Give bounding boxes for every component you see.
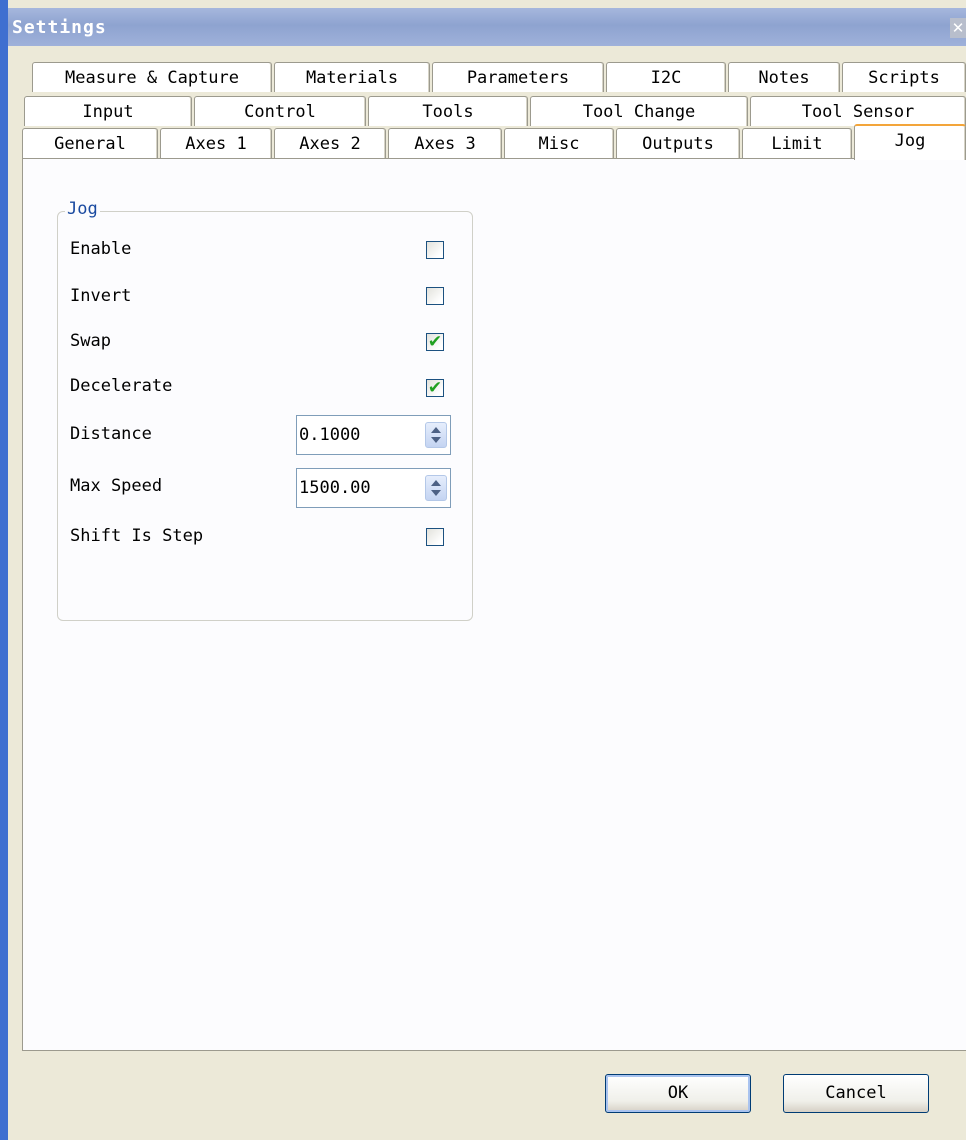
shift-is-step-label: Shift Is Step <box>70 526 204 546</box>
swap-checkbox[interactable]: ✔ <box>426 333 444 351</box>
spin-arrows-icon[interactable] <box>425 422 447 448</box>
invert-checkbox[interactable] <box>426 287 444 305</box>
title-bar[interactable]: Settings ✕ <box>8 8 966 46</box>
max-speed-input[interactable] <box>299 477 409 499</box>
jog-tab-panel: Jog Enable Invert Swap ✔ Decelerate ✔ Di… <box>22 158 966 1051</box>
tab-general[interactable]: General <box>22 128 158 158</box>
tab-i2c[interactable]: I2C <box>606 62 726 92</box>
checkmark-icon: ✔ <box>427 378 443 398</box>
tab-materials[interactable]: Materials <box>274 62 430 92</box>
enable-label: Enable <box>70 239 132 259</box>
invert-label: Invert <box>70 286 132 306</box>
decelerate-label: Decelerate <box>70 376 173 396</box>
close-icon[interactable]: ✕ <box>950 18 966 38</box>
decelerate-checkbox[interactable]: ✔ <box>426 379 444 397</box>
cancel-button[interactable]: Cancel <box>783 1074 929 1113</box>
spin-arrows-icon[interactable] <box>425 475 447 501</box>
tab-misc[interactable]: Misc <box>504 128 614 158</box>
ok-button[interactable]: OK <box>605 1074 751 1113</box>
tab-limit[interactable]: Limit <box>742 128 852 158</box>
tab-control[interactable]: Control <box>194 96 366 126</box>
enable-checkbox[interactable] <box>426 241 444 259</box>
tab-axes-1[interactable]: Axes 1 <box>160 128 272 158</box>
tab-input[interactable]: Input <box>24 96 192 126</box>
swap-label: Swap <box>70 331 111 351</box>
tab-axes-3[interactable]: Axes 3 <box>388 128 502 158</box>
distance-label: Distance <box>70 424 152 444</box>
tab-tool-change[interactable]: Tool Change <box>530 96 748 126</box>
window-title: Settings <box>12 17 107 38</box>
tab-tools[interactable]: Tools <box>368 96 528 126</box>
max-speed-spinbox[interactable] <box>296 468 451 508</box>
tab-tool-sensor[interactable]: Tool Sensor <box>750 96 966 126</box>
tab-jog[interactable]: Jog <box>854 124 966 160</box>
settings-window: Settings ✕ Measure & Capture Materials P… <box>0 0 966 1140</box>
tab-measure-capture[interactable]: Measure & Capture <box>32 62 272 92</box>
max-speed-label: Max Speed <box>70 476 163 496</box>
distance-spinbox[interactable] <box>296 415 451 455</box>
jog-group-legend: Jog <box>65 199 100 219</box>
shift-is-step-checkbox[interactable] <box>426 528 444 546</box>
checkmark-icon: ✔ <box>427 332 443 352</box>
tab-axes-2[interactable]: Axes 2 <box>274 128 386 158</box>
tab-scripts[interactable]: Scripts <box>842 62 966 92</box>
tab-outputs[interactable]: Outputs <box>616 128 740 158</box>
tab-notes[interactable]: Notes <box>728 62 840 92</box>
distance-input[interactable] <box>299 424 409 446</box>
tab-parameters[interactable]: Parameters <box>432 62 604 92</box>
